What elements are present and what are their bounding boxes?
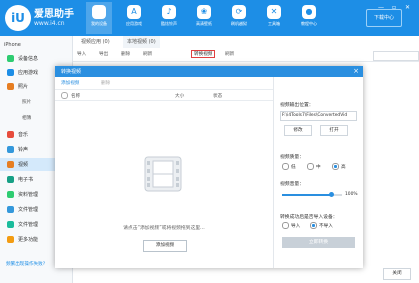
- convert-video-dialog: 转换视频 × 添加视频 删除 名称 大小 状态 请点击“添加视频”或将视频拖到这…: [55, 66, 363, 268]
- dialog-toolbar: 添加视频 删除: [55, 77, 273, 90]
- volume-value: 100%: [345, 192, 358, 197]
- radio-selected-icon: [332, 163, 339, 170]
- folder-icon: [7, 206, 14, 213]
- app-logo: iU: [5, 5, 31, 31]
- list-header: 名称 大小 状态: [55, 90, 273, 101]
- radio-icon: [282, 163, 289, 170]
- quality-low-radio[interactable]: 低: [282, 163, 296, 170]
- open-folder-button[interactable]: 打开: [320, 125, 348, 136]
- bell-icon: [7, 146, 14, 153]
- delete-button[interactable]: 删除: [121, 51, 130, 57]
- dialog-close-icon[interactable]: ×: [353, 67, 359, 75]
- close-button[interactable]: 关闭: [383, 268, 411, 280]
- app-title: 爱思助手: [34, 9, 74, 20]
- col-name: 名称: [71, 94, 81, 99]
- folder-icon: [7, 221, 14, 228]
- apps-icon: A: [127, 5, 141, 19]
- nav-flash[interactable]: ⟳ 刷机越狱: [226, 2, 252, 34]
- import-yes-radio[interactable]: 导入: [282, 222, 300, 229]
- output-path-field[interactable]: F:\i4Tools7\Files\ConvertedVid: [280, 111, 357, 121]
- more-icon: [7, 236, 14, 243]
- tab-local-video[interactable]: 本地视频 (0): [123, 36, 160, 48]
- data-icon: [7, 191, 14, 198]
- col-status: 状态: [213, 94, 223, 99]
- bell-icon: ♪: [162, 5, 176, 19]
- dialog-delete-button[interactable]: 删除: [101, 80, 110, 86]
- refresh-main-button[interactable]: 刷新: [143, 51, 152, 57]
- minimize-icon[interactable]: —: [378, 4, 384, 11]
- settings-panel: 视频输出位置： F:\i4Tools7\Files\ConvertedVid 修…: [274, 77, 363, 268]
- import-button[interactable]: 导入: [77, 51, 86, 57]
- sidebar-sub-photos[interactable]: 照片: [22, 99, 31, 105]
- volume-slider-fill: [282, 194, 332, 196]
- search-input[interactable]: [373, 51, 419, 61]
- volume-label: 视频音量：: [280, 182, 304, 187]
- quality-medium-radio[interactable]: 中: [307, 163, 321, 170]
- wallpaper-icon: ❀: [197, 5, 211, 19]
- device-name: iPhone: [4, 42, 21, 48]
- app-url: www.i4.cn: [34, 20, 65, 27]
- nav-apps[interactable]: A 应用游戏: [121, 2, 147, 34]
- volume-slider[interactable]: [282, 192, 342, 197]
- film-icon: [144, 156, 182, 192]
- output-label: 视频输出位置：: [280, 103, 314, 108]
- start-convert-button[interactable]: 立即转换: [282, 237, 355, 248]
- maximize-icon[interactable]: ▫: [392, 4, 396, 11]
- add-video-button[interactable]: 添加视频: [143, 240, 187, 252]
- logo-mark: iU: [5, 5, 31, 31]
- music-icon: [7, 131, 14, 138]
- import-label: 转换成功后是否导入设备：: [280, 215, 338, 220]
- empty-message: 请点击“添加视频”或将视频拖到这里…: [123, 226, 205, 231]
- convert-video-button[interactable]: 转换视频: [191, 50, 216, 58]
- add-video-link[interactable]: 添加视频: [61, 80, 79, 86]
- tutorial-icon: ●: [302, 5, 316, 19]
- video-icon: [7, 161, 14, 168]
- export-button[interactable]: 导出: [99, 51, 108, 57]
- tab-video-apps[interactable]: 视频应用 (0): [77, 36, 114, 48]
- top-bar: iU 爱思助手 www.i4.cn 我的设备 A 应用游戏 ♪ 酷炫铃声 ❀ 高…: [0, 0, 419, 36]
- quality-label: 视频质量：: [280, 155, 304, 160]
- sidebar-item-device-info[interactable]: 设备信息: [0, 52, 72, 65]
- book-icon: [7, 176, 14, 183]
- nav-toolbox[interactable]: ✕ 工具箱: [261, 2, 287, 34]
- radio-icon: [282, 222, 289, 229]
- import-no-radio[interactable]: 不导入: [310, 222, 333, 229]
- nav-ringtones[interactable]: ♪ 酷炫铃声: [156, 2, 182, 34]
- download-center-button[interactable]: 下载中心: [366, 9, 402, 27]
- apple-icon: [92, 5, 106, 19]
- dialog-title-bar: 转换视频 ×: [55, 66, 363, 77]
- modify-path-button[interactable]: 修改: [284, 125, 312, 136]
- info-icon: [7, 55, 14, 62]
- nav-my-device[interactable]: 我的设备: [86, 2, 112, 34]
- radio-selected-icon: [310, 222, 317, 229]
- flash-icon: ⟳: [232, 5, 246, 19]
- toolbar: 导入 导出 删除 刷新 转换视频 刷新: [73, 49, 419, 62]
- quality-high-radio[interactable]: 高: [332, 163, 346, 170]
- apps-icon: [7, 69, 14, 76]
- select-all-checkbox[interactable]: [61, 92, 68, 99]
- close-window-icon[interactable]: ✕: [405, 4, 410, 11]
- sidebar-sub-albums[interactable]: 相簿: [22, 115, 31, 121]
- dialog-title: 转换视频: [61, 69, 82, 75]
- nav-tutorials[interactable]: ● 教程中心: [296, 2, 322, 34]
- col-size: 大小: [175, 94, 185, 99]
- toolbox-icon: ✕: [267, 5, 281, 19]
- photo-icon: [7, 83, 14, 90]
- radio-icon: [307, 163, 314, 170]
- video-list-panel: 添加视频 删除 名称 大小 状态 请点击“添加视频”或将视频拖到这里… 添加视频: [55, 77, 274, 268]
- refresh-button[interactable]: 刷新: [225, 51, 234, 57]
- volume-slider-knob[interactable]: [329, 192, 335, 197]
- nav-wallpapers[interactable]: ❀ 高清壁纸: [191, 2, 217, 34]
